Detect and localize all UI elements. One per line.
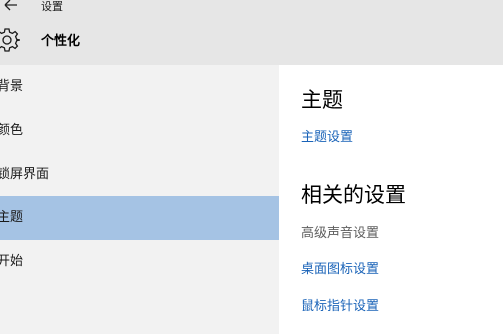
sidebar-item-label: 锁屏界面 <box>0 167 50 182</box>
window-title: 设置 <box>41 0 63 13</box>
gear-icon <box>0 27 21 53</box>
sidebar: 背景 颜色 锁屏界面 主题 开始 <box>0 65 279 334</box>
advanced-sound-settings: 高级声音设置 <box>301 226 380 241</box>
sidebar-item-colors[interactable]: 颜色 <box>0 109 279 153</box>
title-bar: 设置 <box>0 0 503 17</box>
sidebar-item-start[interactable]: 开始 <box>0 240 279 284</box>
desktop-icon-settings-link[interactable]: 桌面图标设置 <box>301 262 379 278</box>
sidebar-item-label: 开始 <box>0 254 24 269</box>
section-heading-related: 相关的设置 <box>301 183 406 207</box>
sidebar-item-background[interactable]: 背景 <box>0 65 279 109</box>
sidebar-item-themes[interactable]: 主题 <box>0 196 279 240</box>
sidebar-item-label: 主题 <box>0 210 24 225</box>
content-pane: 主题 主题设置 相关的设置 高级声音设置 桌面图标设置 鼠标指针设置 <box>279 65 503 334</box>
sidebar-item-label: 背景 <box>0 79 24 94</box>
back-arrow-icon[interactable] <box>2 0 20 14</box>
mouse-pointer-settings-link[interactable]: 鼠标指针设置 <box>301 299 379 315</box>
theme-settings-link[interactable]: 主题设置 <box>301 130 353 146</box>
sidebar-item-lock-screen[interactable]: 锁屏界面 <box>0 153 279 197</box>
page-title: 个性化 <box>41 34 81 49</box>
section-heading-theme: 主题 <box>301 88 343 112</box>
sidebar-item-label: 颜色 <box>0 123 24 138</box>
page-header: 个性化 <box>0 17 503 65</box>
